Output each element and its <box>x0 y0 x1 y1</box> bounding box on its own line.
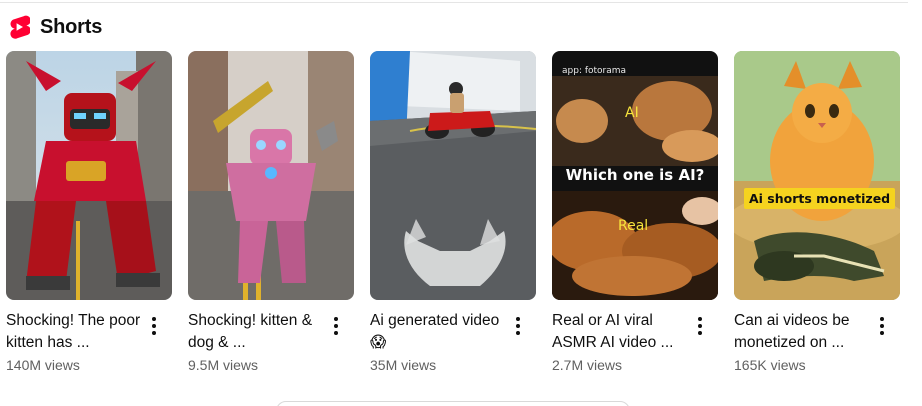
view-count: 140M views <box>6 357 80 373</box>
shorts-shelf-header: Shorts <box>8 14 102 40</box>
view-count: 9.5M views <box>188 357 259 373</box>
ai-label: AI <box>625 105 639 121</box>
short-title[interactable]: Shocking! The poor kitten has ... <box>6 310 141 354</box>
short-card[interactable]: app: fotorama AI Which one is AI? Real R… <box>552 51 718 390</box>
show-more-button[interactable] <box>276 401 630 406</box>
thumbnail-image <box>734 51 900 300</box>
view-count: 165K views <box>734 357 806 373</box>
thumbnail-banner: Ai shorts monetized <box>744 188 896 209</box>
more-vert-icon[interactable] <box>872 314 892 338</box>
short-card[interactable]: Ai shorts monetized Can ai videos be mon… <box>734 51 900 390</box>
short-title[interactable]: Shocking! kitten & dog & ... <box>188 310 323 354</box>
watermark-text: app: fotorama <box>562 66 627 76</box>
real-label: Real <box>618 218 649 234</box>
view-count: 35M views <box>370 357 437 373</box>
view-count: 2.7M views <box>552 357 623 373</box>
more-vert-icon[interactable] <box>326 314 346 338</box>
short-thumbnail[interactable]: app: fotorama AI Which one is AI? Real <box>552 51 718 300</box>
short-thumbnail[interactable] <box>370 51 536 300</box>
overlay-question: Which one is AI? <box>565 166 705 184</box>
short-card[interactable]: Shocking! The poor kitten has ... 140M v… <box>6 51 172 390</box>
thumbnail-image <box>188 51 354 300</box>
short-title[interactable]: Real or AI viral ASMR AI video ... <box>552 310 687 354</box>
short-title[interactable]: Can ai videos be monetized on ... <box>734 310 869 354</box>
short-thumbnail[interactable] <box>6 51 172 300</box>
youtube-shorts-icon <box>10 15 30 39</box>
more-vert-icon[interactable] <box>690 314 710 338</box>
short-thumbnail[interactable]: Ai shorts monetized <box>734 51 900 300</box>
short-card[interactable]: Ai generated video 😱 35M views <box>370 51 536 390</box>
short-card[interactable]: Shocking! kitten & dog & ... 9.5M views <box>188 51 354 390</box>
top-divider <box>0 2 908 3</box>
thumbnail-image <box>370 51 536 300</box>
shorts-grid: Shocking! The poor kitten has ... 140M v… <box>6 51 900 390</box>
more-vert-icon[interactable] <box>508 314 528 338</box>
short-title[interactable]: Ai generated video 😱 <box>370 310 505 354</box>
thumbnail-image <box>6 51 172 300</box>
shelf-title: Shorts <box>40 15 103 38</box>
short-thumbnail[interactable] <box>188 51 354 300</box>
more-vert-icon[interactable] <box>144 314 164 338</box>
